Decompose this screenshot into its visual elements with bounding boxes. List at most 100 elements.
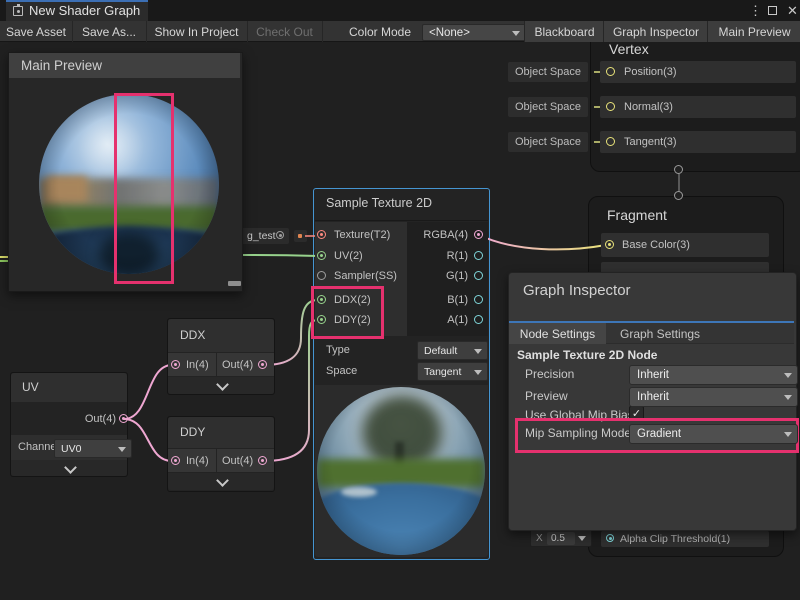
more-menu-icon[interactable]: ⋮ — [749, 3, 762, 19]
port-uv-input[interactable] — [317, 251, 326, 260]
port-ddx-out[interactable] — [258, 360, 267, 369]
space-chip-label: Object Space — [515, 136, 581, 148]
save-as-label: Save As... — [82, 25, 136, 39]
main-preview-button[interactable]: Main Preview — [707, 21, 800, 42]
mip-mode-dropdown[interactable]: Gradient — [629, 424, 798, 444]
space-label: Space — [326, 365, 357, 377]
save-asset-label: Save Asset — [6, 25, 66, 39]
dropdown-arrow-icon — [578, 536, 586, 541]
port-ddy-out[interactable] — [258, 456, 267, 465]
port-g-output[interactable] — [474, 271, 483, 280]
color-mode-text: Color Mode — [349, 25, 411, 39]
dropdown-arrow-icon — [784, 373, 792, 378]
type-value: Default — [424, 345, 457, 357]
dropdown-arrow-icon — [118, 447, 126, 452]
port-ddx-in[interactable] — [171, 360, 180, 369]
sample-output-label: B(1) — [388, 294, 468, 306]
stack-connector-pin-bottom — [674, 191, 683, 200]
tab-graph-settings-label: Graph Settings — [620, 327, 700, 341]
blackboard-button[interactable]: Blackboard — [524, 21, 605, 42]
port-normal-input[interactable] — [606, 102, 615, 111]
sphere-texture-layer — [317, 387, 485, 555]
show-in-project-button[interactable]: Show In Project — [146, 21, 248, 42]
mip-bias-checkbox[interactable]: ✓ — [629, 406, 644, 421]
vertex-node-title: Vertex — [609, 41, 649, 57]
wire-rgba-basecolor[interactable] — [479, 235, 606, 249]
vertex-position-label: Position(3) — [624, 66, 677, 78]
port-rgba-output[interactable] — [474, 230, 483, 239]
vertex-normal-label: Normal(3) — [624, 101, 673, 113]
port-ddy-input[interactable] — [317, 315, 326, 324]
port-ddx-input[interactable] — [317, 295, 326, 304]
basecolor-label: Base Color(3) — [622, 239, 690, 251]
ddy-in-label: In(4) — [186, 455, 209, 467]
color-mode-label: Color Mode — [342, 21, 418, 42]
port-ddy-in[interactable] — [171, 456, 180, 465]
main-preview-panel[interactable]: Main Preview — [8, 52, 243, 292]
tab-node-settings-label: Node Settings — [520, 327, 595, 341]
sample-output-label: R(1) — [388, 250, 468, 262]
type-label: Type — [326, 344, 350, 356]
port-r-output[interactable] — [474, 251, 483, 260]
close-icon[interactable]: ✕ — [787, 3, 798, 19]
save-asset-button[interactable]: Save Asset — [0, 21, 73, 42]
sample-input-label: UV(2) — [334, 250, 363, 262]
port-position-input[interactable] — [606, 67, 615, 76]
fragment-node-title: Fragment — [607, 207, 667, 223]
port-a-output[interactable] — [474, 315, 483, 324]
port-b-output[interactable] — [474, 295, 483, 304]
property-port-box[interactable] — [294, 230, 307, 242]
sample-input-label: DDX(2) — [334, 294, 371, 306]
port-texture-input[interactable] — [317, 230, 326, 239]
sample-node-title: Sample Texture 2D — [326, 196, 432, 210]
tab-graph-settings[interactable]: Graph Settings — [606, 323, 726, 344]
uv-channel-value: UV0 — [61, 443, 81, 455]
maximize-icon[interactable] — [768, 6, 777, 15]
graph-inspector-label: Graph Inspector — [613, 25, 699, 39]
space-chip-position[interactable]: Object Space — [508, 62, 588, 82]
port-basecolor-input[interactable] — [605, 240, 614, 249]
shader-graph-icon — [13, 6, 23, 16]
main-preview-header[interactable]: Main Preview — [9, 53, 240, 78]
collapse-chevron-icon — [64, 461, 77, 474]
color-mode-dropdown[interactable]: <None> — [422, 24, 526, 41]
ddx-collapse-row[interactable] — [168, 377, 274, 394]
ddx-out-label: Out(4) — [222, 359, 253, 371]
panel-resize-grip[interactable] — [228, 281, 241, 286]
port-uv-out[interactable] — [119, 414, 128, 423]
graph-inspector-panel[interactable]: Graph Inspector Node Settings Graph Sett… — [508, 272, 797, 531]
uv-collapse-row[interactable] — [11, 460, 127, 476]
check-out-label: Check Out — [256, 25, 313, 39]
property-exposed-icon — [276, 231, 284, 239]
sample-output-label: RGBA(4) — [388, 229, 468, 241]
alpha-value: 0.5 — [551, 533, 565, 544]
tab-title: New Shader Graph — [29, 3, 140, 18]
toolbar: Save Asset Save As... Show In Project Ch… — [0, 21, 800, 42]
space-chip-normal[interactable]: Object Space — [508, 97, 588, 117]
check-out-button: Check Out — [247, 21, 323, 42]
sample-input-label: Texture(T2) — [334, 229, 390, 241]
space-chip-label: Object Space — [515, 101, 581, 113]
port-alphaclip-input[interactable] — [606, 534, 614, 542]
property-chip-label: g_test — [247, 230, 276, 242]
space-dropdown[interactable]: Tangent — [417, 362, 488, 381]
save-as-button[interactable]: Save As... — [72, 21, 147, 42]
graph-inspector-button[interactable]: Graph Inspector — [603, 21, 709, 42]
alpha-value-box[interactable]: 0.5 — [547, 532, 575, 545]
uv-channel-dropdown[interactable]: UV0 — [54, 439, 132, 458]
wire-uvout-ddxin[interactable] — [124, 365, 172, 419]
precision-dropdown[interactable]: Inherit — [629, 365, 798, 385]
dropdown-arrow-icon — [474, 349, 482, 354]
ddy-collapse-row[interactable] — [168, 473, 274, 490]
space-chip-tangent[interactable]: Object Space — [508, 132, 588, 152]
alphaclip-default-chip[interactable]: X 0.5 — [530, 529, 592, 547]
port-sampler-input[interactable] — [317, 271, 326, 280]
wire-uv-input[interactable] — [241, 255, 318, 256]
preview-label: Preview — [525, 389, 568, 403]
divider — [315, 220, 488, 221]
sample-output-label: G(1) — [388, 270, 468, 282]
type-dropdown[interactable]: Default — [417, 341, 488, 360]
preview-dropdown[interactable]: Inherit — [629, 387, 798, 407]
tab-node-settings[interactable]: Node Settings — [509, 323, 606, 344]
port-tangent-input[interactable] — [606, 137, 615, 146]
